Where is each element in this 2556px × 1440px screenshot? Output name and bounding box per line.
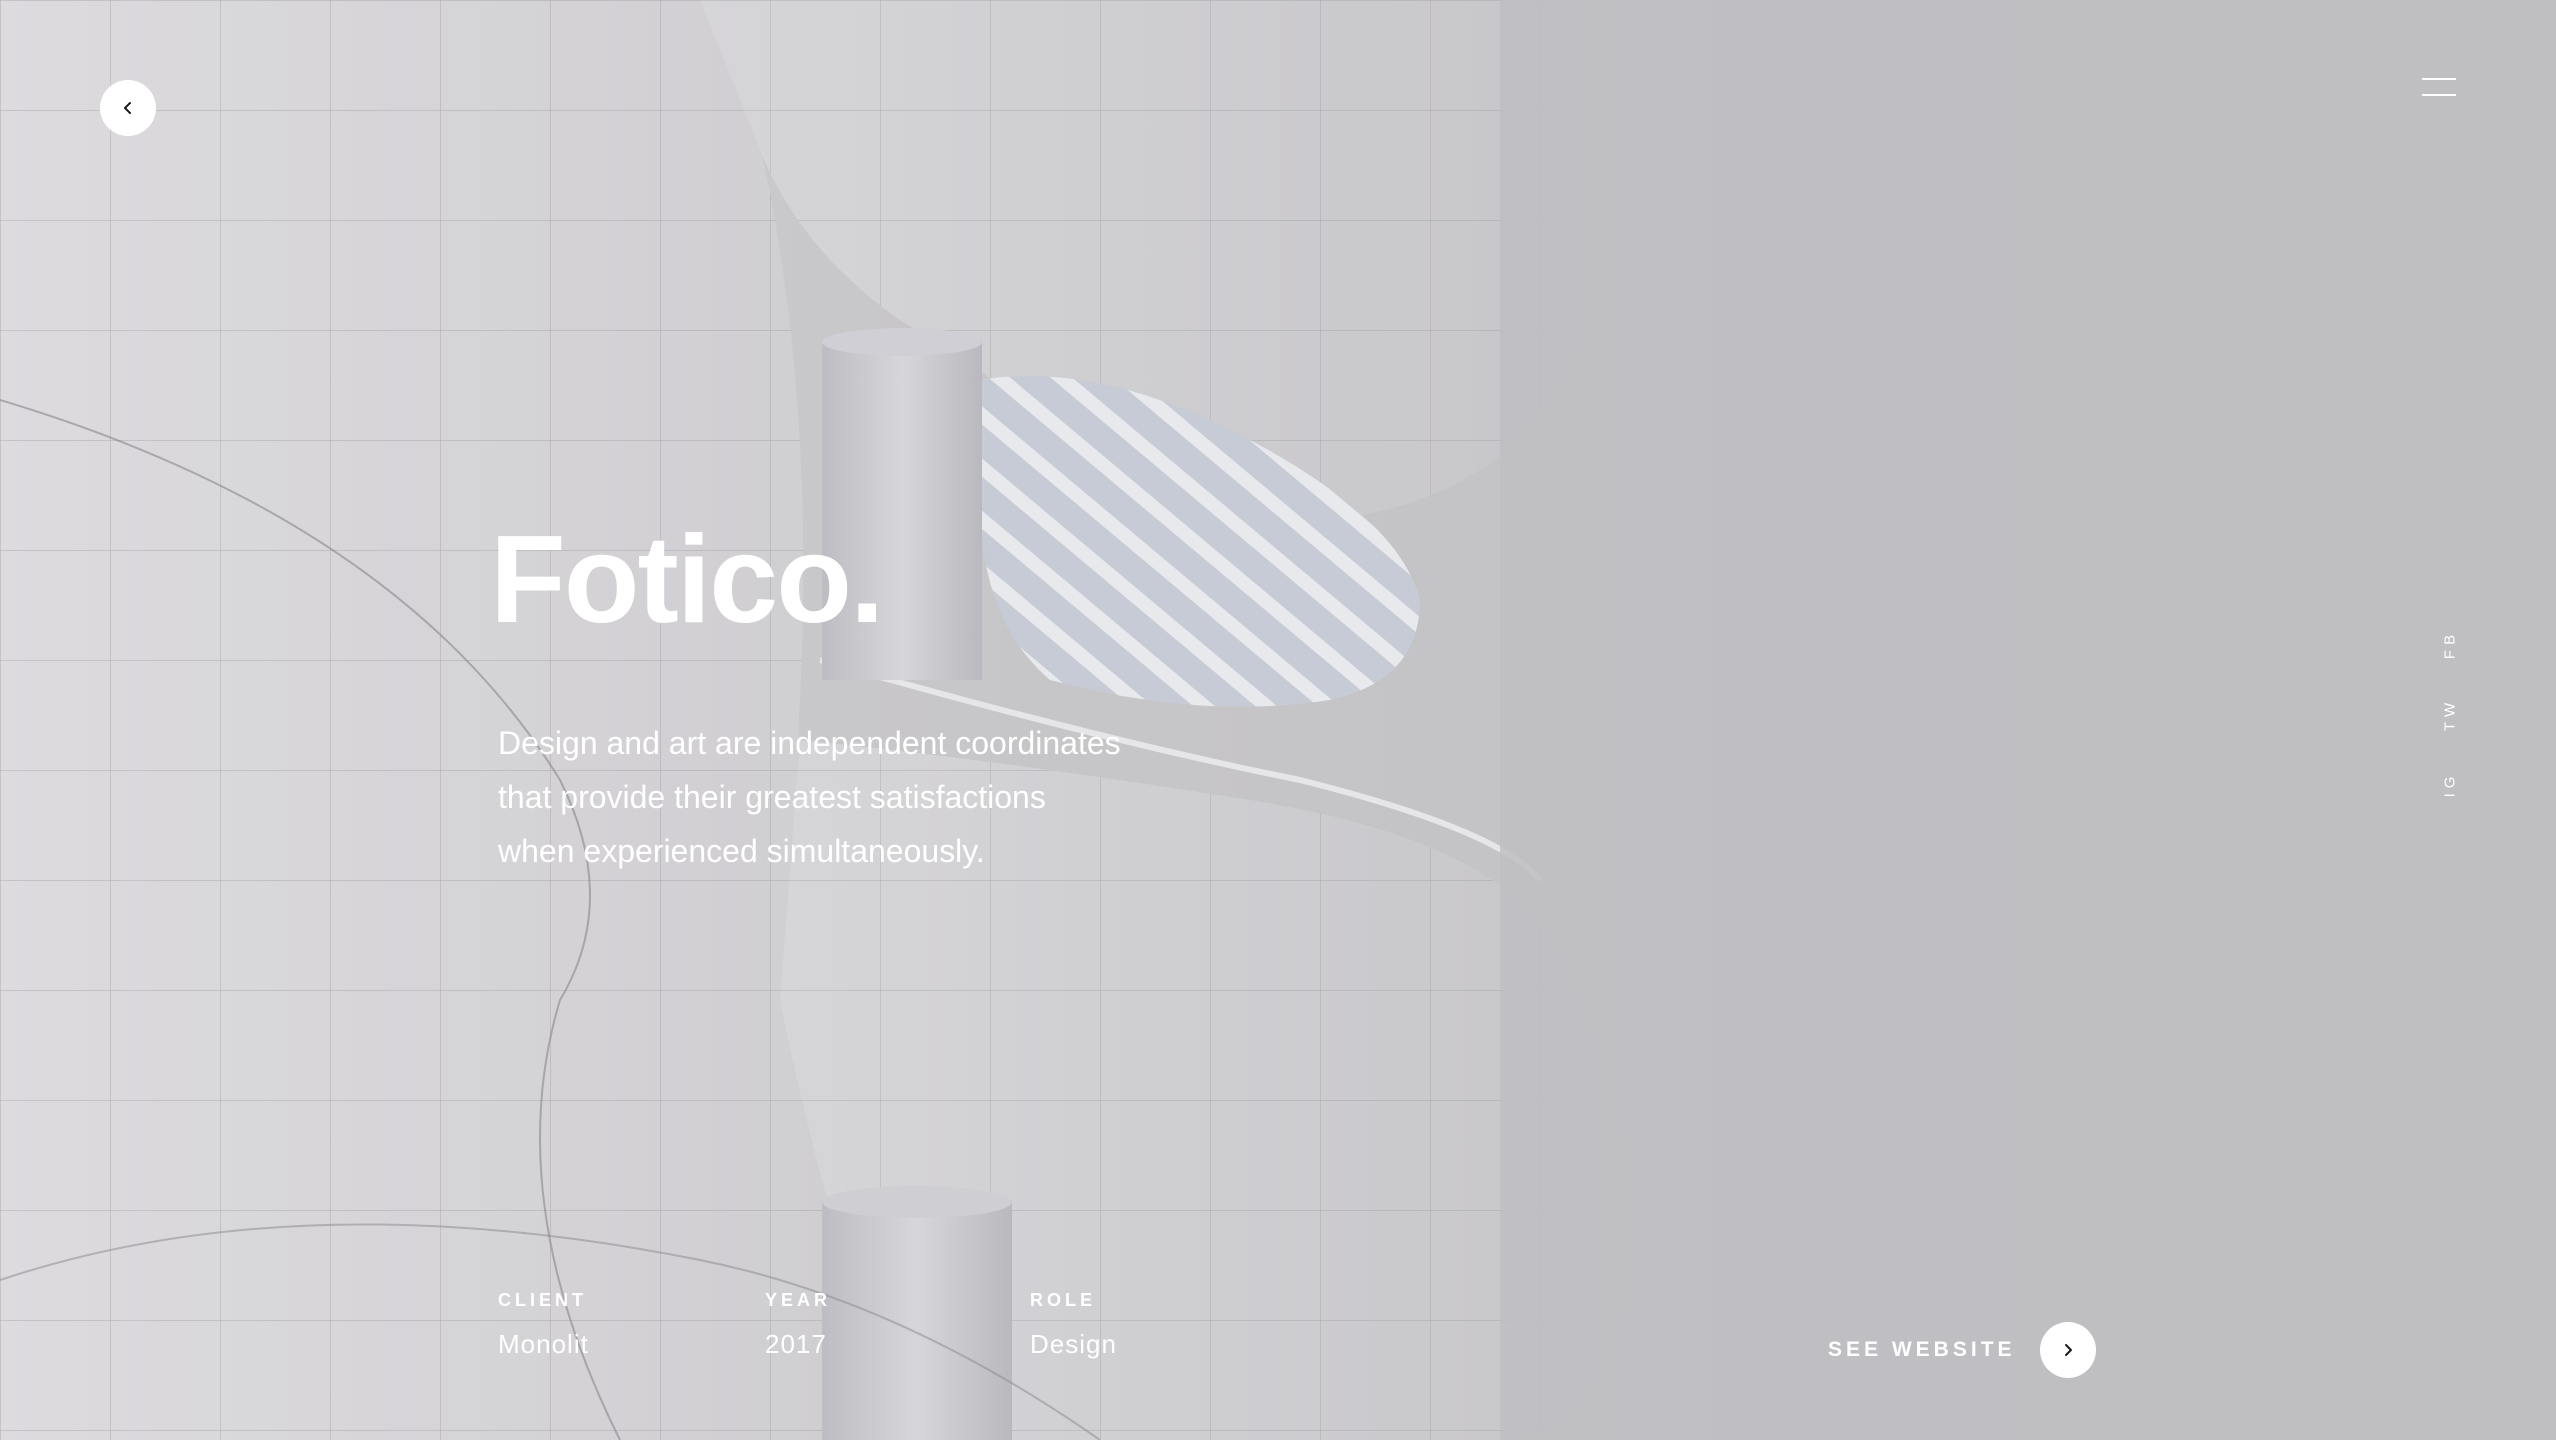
chevron-left-icon <box>124 102 131 114</box>
hamburger-menu-icon-line-bottom <box>2422 94 2456 96</box>
hamburger-menu-icon-line-top <box>2422 78 2456 80</box>
meta-role: ROLE Design <box>1030 1290 1117 1360</box>
meta-client-label: CLIENT <box>498 1290 587 1310</box>
see-website-link[interactable]: SEE WEBSITE <box>1828 1322 2096 1378</box>
project-description: Design and art are independent coordinat… <box>498 716 1198 878</box>
see-website-label: SEE WEBSITE <box>1828 1338 2016 1361</box>
description-line: when experienced simultaneously. <box>498 833 985 869</box>
see-website-button[interactable] <box>2039 1322 2096 1378</box>
meta-year-label: YEAR <box>765 1290 832 1310</box>
social-link-tw[interactable]: TW <box>2442 695 2459 735</box>
meta-role-value: Design <box>1030 1329 1117 1359</box>
architecture-background-image <box>0 0 2556 1440</box>
social-link-ig[interactable]: IG <box>2442 765 2459 805</box>
meta-client-value: Monolit <box>498 1329 589 1359</box>
social-link-fb[interactable]: FB <box>2442 625 2459 665</box>
description-line: Design and art are independent coordinat… <box>498 725 1121 761</box>
project-title: Fotico. <box>490 511 884 649</box>
meta-role-label: ROLE <box>1030 1290 1097 1310</box>
description-line: that provide their greatest satisfaction… <box>498 779 1046 815</box>
menu-button[interactable] <box>2422 76 2456 100</box>
social-links: FB TW IG <box>2430 620 2470 820</box>
meta-year-value: 2017 <box>765 1329 827 1359</box>
project-page: Fotico. Design and art are independent c… <box>0 0 2556 1440</box>
meta-client: CLIENT Monolit <box>498 1290 589 1360</box>
chevron-right-icon <box>2064 1344 2072 1356</box>
back-button[interactable] <box>100 80 156 136</box>
meta-year: YEAR 2017 <box>765 1290 831 1360</box>
